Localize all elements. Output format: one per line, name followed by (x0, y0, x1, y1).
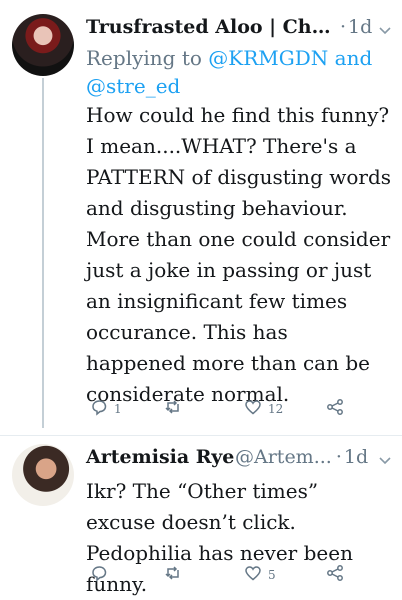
tweet-text: How could he find this funny? I mean....… (86, 103, 392, 406)
reply-count: 1 (114, 402, 122, 416)
tweet-header: Artemisia Rye @Artem... · 1d (86, 442, 392, 472)
like-button[interactable]: 5 (244, 562, 276, 588)
heart-icon (244, 398, 262, 420)
author-name[interactable]: Artemisia Rye (86, 446, 234, 468)
avatar[interactable] (12, 14, 74, 76)
thread-line (42, 78, 44, 428)
retweet-button[interactable] (164, 562, 188, 588)
separator-dot: · (335, 446, 342, 468)
like-count: 12 (268, 402, 284, 416)
tweet-actions: 1 12 (86, 396, 386, 422)
reply-button[interactable] (90, 562, 114, 588)
author-handle[interactable]: @Artem... (235, 446, 332, 468)
reply-icon (90, 564, 108, 586)
like-button[interactable]: 12 (244, 396, 283, 422)
retweet-icon (164, 564, 182, 586)
chevron-down-icon[interactable] (378, 450, 392, 465)
timestamp[interactable]: 1d (344, 446, 368, 468)
like-count: 5 (268, 568, 276, 582)
replying-to: Replying to @KRMGDN and @stre_ed (86, 44, 391, 100)
tweet[interactable]: Trusfrasted Aloo | Che... · 1d Replying … (0, 0, 402, 436)
mention-link[interactable]: @KRMGDN (208, 46, 328, 70)
reply-icon (90, 398, 108, 420)
share-button[interactable] (326, 396, 344, 422)
replying-to-label: Replying to (86, 46, 202, 70)
retweet-button[interactable] (164, 396, 188, 422)
timestamp[interactable]: 1d (348, 16, 372, 38)
tweet-header: Trusfrasted Aloo | Che... · 1d (86, 12, 392, 42)
separator-dot: · (340, 16, 347, 38)
avatar[interactable] (12, 444, 74, 506)
heart-icon (244, 564, 262, 586)
share-icon (326, 398, 344, 420)
share-button[interactable] (326, 562, 344, 588)
reply-button[interactable]: 1 (90, 396, 122, 422)
author-name[interactable]: Trusfrasted Aloo | Che... (86, 16, 336, 38)
share-icon (326, 564, 344, 586)
tweet-actions: 5 (86, 562, 386, 588)
retweet-icon (164, 398, 182, 420)
mention-and: and (334, 46, 373, 70)
chevron-down-icon[interactable] (378, 20, 392, 35)
tweet[interactable]: Artemisia Rye @Artem... · 1d Ikr? The “O… (0, 436, 402, 600)
mention-link[interactable]: @stre_ed (86, 74, 180, 98)
